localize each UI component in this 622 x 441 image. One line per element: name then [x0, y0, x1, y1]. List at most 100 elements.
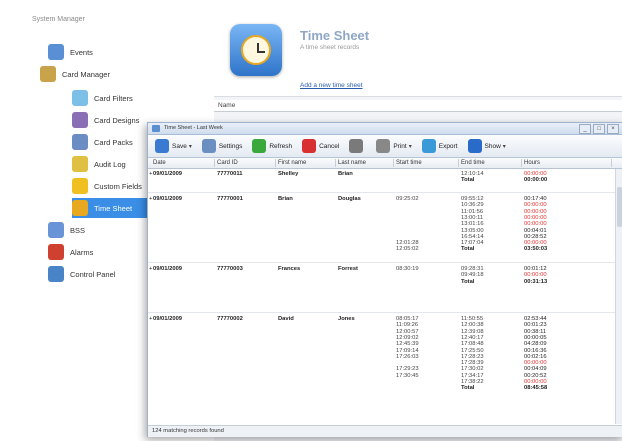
start-time-cell: 17:30:45 [396, 372, 419, 379]
control-panel-icon [48, 266, 64, 282]
tree-item-label: Time Sheet [94, 203, 133, 213]
tree-item-label: Custom Fields [94, 181, 142, 191]
clock-face-icon [241, 35, 271, 65]
toolbar-button-label: Settings [218, 142, 243, 150]
close-button[interactable]: × [607, 124, 619, 134]
first-name-cell: David [278, 316, 294, 322]
toolbar-button-label: Refresh [269, 142, 293, 150]
date-cell: 09/01/2009 [153, 316, 183, 322]
row-separator [148, 312, 616, 313]
column-header-start-time[interactable]: Start time [394, 159, 459, 167]
row-separator [148, 192, 616, 193]
total-hours-cell: 08:45:58 [524, 385, 548, 392]
time-sheet-window: Time Sheet - Last Week _ □ × Save ▾ Settin… [147, 122, 622, 437]
custom-fields-icon [72, 178, 88, 194]
last-name-cell: Douglas [338, 196, 361, 202]
print-preview-button[interactable] [346, 137, 369, 155]
settings-icon [201, 139, 216, 153]
tree-item-label: Card Manager [62, 69, 110, 79]
window-title: Time Sheet - Last Week [164, 125, 223, 131]
module-description: A time sheet records [300, 44, 360, 51]
tree-item-label: Card Designs [94, 115, 140, 125]
start-time-cell: 09:25:02 [396, 196, 419, 202]
add-time-sheet-link[interactable]: Add a new time sheet [300, 82, 363, 89]
start-time-cell: 17:26:03 [396, 353, 419, 360]
date-cell: 09/01/2009 [153, 171, 183, 177]
total-label: Total [461, 177, 475, 184]
export-button[interactable]: Export [419, 137, 461, 155]
total-label: Total [461, 278, 475, 285]
refresh-button[interactable]: Refresh [249, 137, 295, 155]
export-icon [421, 139, 436, 153]
expand-icon[interactable]: + [149, 196, 152, 203]
toolbar-button-label: Show [484, 142, 501, 150]
total-hours-cell: 00:00:00 [524, 177, 548, 184]
tree-item-card-filters[interactable]: Card Filters [72, 88, 184, 108]
status-text: 124 matching records found [152, 428, 224, 434]
scrollbar-thumb[interactable] [617, 187, 622, 227]
last-name-cell: Brian [338, 171, 353, 177]
column-header-date[interactable]: Date [151, 159, 215, 167]
column-header-hours[interactable]: Hours [522, 159, 612, 167]
card-id-cell: 77770011 [217, 171, 243, 177]
window-controls: _ □ × [579, 124, 619, 134]
tree-item-events[interactable]: Events [48, 42, 184, 62]
tree-item-label: Card Packs [94, 137, 133, 147]
tree-item-label: Events [70, 47, 93, 57]
settings-button[interactable]: Settings [199, 137, 246, 155]
alarms-icon [48, 244, 64, 260]
tree-item-card-manager[interactable]: Card Manager [40, 64, 214, 84]
grid-header: Date Card ID First name Last name Start time… [148, 158, 622, 169]
vertical-scrollbar[interactable] [615, 169, 622, 424]
start-time-cell: 08:30:19 [396, 266, 419, 272]
app-root: System Manager Events Card Manager Card Fi… [0, 0, 622, 441]
print-preview-icon [349, 139, 364, 153]
toolbar-button-label: Export [438, 142, 458, 150]
date-cell: 09/01/2009 [153, 196, 183, 202]
first-name-cell: Frances [278, 266, 301, 272]
chevron-down-icon: ▾ [188, 143, 192, 150]
help-button[interactable]: Show ▾ [465, 137, 509, 155]
bss-icon [48, 222, 64, 238]
card-id-cell: 77770002 [217, 316, 243, 322]
toolbar-button-label: Cancel [319, 142, 340, 150]
window-titlebar[interactable]: Time Sheet - Last Week _ □ × [148, 123, 622, 135]
audit-log-icon [72, 156, 88, 172]
toolbar-button-label: Save [172, 142, 187, 150]
minimize-button[interactable]: _ [579, 124, 591, 134]
name-column-header[interactable]: Name [214, 100, 622, 112]
expand-icon[interactable]: + [149, 316, 152, 323]
expand-icon[interactable]: + [149, 171, 152, 178]
card-filters-icon [72, 90, 88, 106]
card-id-cell: 77770001 [217, 196, 243, 202]
row-separator [148, 262, 616, 263]
time-sheet-icon [72, 200, 88, 216]
tree-item-label: BSS [70, 225, 86, 235]
time-sheet-clock-icon [230, 24, 282, 76]
first-name-cell: Shelley [278, 171, 299, 177]
date-cell: 09/01/2009 [153, 266, 183, 272]
card-packs-icon [72, 134, 88, 150]
tree-root-label: System Manager [32, 16, 85, 23]
total-hours-cell: 03:50:03 [524, 246, 548, 253]
total-label: Total [461, 385, 475, 392]
card-manager-icon [40, 66, 56, 82]
column-header-card-id[interactable]: Card ID [215, 159, 276, 167]
maximize-button[interactable]: □ [593, 124, 605, 134]
cancel-button[interactable]: Cancel [299, 137, 342, 155]
tree-item-label: Card Filters [94, 93, 133, 103]
save-icon [155, 139, 169, 153]
refresh-icon [252, 139, 267, 153]
print-button[interactable]: Print ▾ [373, 137, 414, 155]
column-header-last-name[interactable]: Last name [336, 159, 394, 167]
expand-icon[interactable]: + [149, 266, 152, 273]
toolbar: Save ▾ Settings Refresh Cancel Print ▾ Export Sh… [148, 135, 622, 158]
column-header-first-name[interactable]: First name [276, 159, 336, 167]
save-button[interactable]: Save ▾ [152, 137, 195, 155]
total-hours-cell: 00:31:13 [524, 278, 548, 285]
column-header-end-time[interactable]: End time [459, 159, 522, 167]
print-icon [376, 139, 391, 153]
tree-item-label: Control Panel [70, 269, 116, 279]
tree-item-label: Alarms [70, 247, 94, 257]
last-name-cell: Jones [338, 316, 355, 322]
